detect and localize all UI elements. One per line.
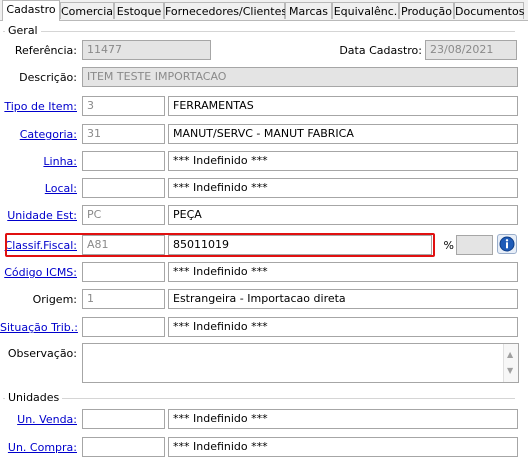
tipo-item-link[interactable]: Tipo de Item: [0, 100, 77, 113]
group-title-geral: Geral [5, 24, 41, 37]
tab-documentos[interactable]: Documentos [454, 2, 524, 19]
tipo-item-desc-field: FERRAMENTAS [168, 96, 518, 116]
unidade-est-code-field[interactable]: PC [82, 205, 165, 225]
data-cadastro-field: 23/08/2021 [425, 40, 517, 60]
origem-code-field[interactable]: 1 [82, 289, 165, 309]
descricao-label: Descrição: [19, 71, 77, 84]
situacao-trib-code-field[interactable] [82, 317, 165, 337]
un-compra-code-field[interactable] [82, 437, 165, 457]
un-venda-code-field[interactable] [82, 409, 165, 429]
tab-estoque[interactable]: Estoque [114, 2, 164, 19]
group-divider [3, 398, 515, 399]
local-code-field[interactable] [82, 178, 165, 198]
tab-fornecedores-clientes[interactable]: Fornecedores/Clientes [164, 2, 287, 19]
percent-label: % [443, 239, 454, 252]
tipo-item-code-field[interactable]: 3 [82, 96, 165, 116]
linha-code-field[interactable] [82, 151, 165, 171]
situacao-trib-desc-field: *** Indefinido *** [168, 317, 518, 337]
observacao-label: Observação: [7, 347, 77, 360]
local-desc-field: *** Indefinido *** [168, 178, 518, 198]
unidade-est-link[interactable]: Unidade Est: [0, 209, 77, 222]
origem-label: Origem: [32, 293, 77, 306]
classif-fiscal-link[interactable]: Classif.Fiscal: [0, 239, 77, 252]
info-icon [499, 236, 515, 252]
un-venda-desc-field: *** Indefinido *** [168, 409, 518, 429]
un-compra-desc-field: *** Indefinido *** [168, 437, 518, 457]
cadastro-panel: Geral Referência: 11477 Data Cadastro: 2… [0, 20, 528, 463]
info-button[interactable] [497, 234, 517, 254]
group-title-unidades: Unidades [5, 391, 63, 404]
tab-cadastro[interactable]: Cadastro [2, 0, 60, 21]
unidade-est-desc-field: PEÇA [168, 205, 518, 225]
un-compra-link[interactable]: Un. Compra: [0, 441, 77, 454]
codigo-icms-code-field[interactable] [82, 262, 165, 282]
un-venda-link[interactable]: Un. Venda: [0, 413, 77, 426]
observacao-scrollbar[interactable]: ▲ ▼ [503, 344, 518, 382]
classif-fiscal-desc-field: 85011019 [168, 235, 432, 255]
tab-marcas[interactable]: Marcas [285, 2, 332, 19]
percent-field [456, 235, 493, 255]
codigo-icms-link[interactable]: Código ICMS: [0, 266, 77, 279]
codigo-icms-desc-field: *** Indefinido *** [168, 262, 518, 282]
tab-bar: Cadastro Comercial Estoque Fornecedores/… [0, 0, 528, 21]
tab-comercial[interactable]: Comercial [60, 2, 116, 19]
categoria-link[interactable]: Categoria: [0, 128, 77, 141]
descricao-field[interactable]: ITEM TESTE IMPORTACAO [82, 67, 518, 87]
categoria-code-field[interactable]: 31 [82, 124, 165, 144]
linha-link[interactable]: Linha: [0, 155, 77, 168]
origem-desc-field: Estrangeira - Importacao direta [168, 289, 518, 309]
categoria-desc-field: MANUT/SERVC - MANUT FABRICA [168, 124, 518, 144]
referencia-label: Referência: [14, 44, 77, 57]
referencia-field: 11477 [82, 40, 211, 60]
classif-fiscal-code-field[interactable]: A81 [82, 235, 165, 255]
group-divider [3, 31, 515, 32]
situacao-trib-link[interactable]: Situação Trib.: [0, 321, 78, 334]
data-cadastro-label: Data Cadastro: [339, 44, 422, 57]
observacao-textarea[interactable]: ▲ ▼ [82, 343, 519, 383]
local-link[interactable]: Local: [0, 182, 77, 195]
tab-equivalencia[interactable]: Equivalênc. [332, 2, 399, 19]
tab-producao[interactable]: Produção [399, 2, 454, 19]
linha-desc-field: *** Indefinido *** [168, 151, 518, 171]
scroll-down-icon[interactable]: ▼ [507, 362, 513, 380]
